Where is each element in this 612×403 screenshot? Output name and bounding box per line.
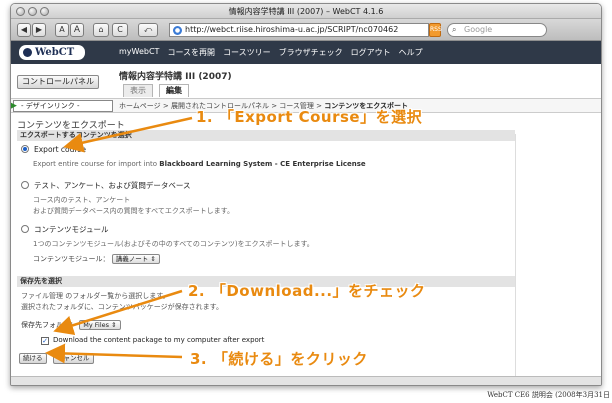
folder-select-label: 保存先フォルダ： xyxy=(21,321,77,329)
globe-icon: ● xyxy=(173,26,182,35)
nav-help[interactable]: ヘルプ xyxy=(399,47,423,58)
destination-desc-1: ファイル管理 のフォルダー覧から選択します。 xyxy=(21,292,170,300)
option-module-label: コンテンツモジュール xyxy=(34,225,109,234)
radio-tests[interactable] xyxy=(21,181,29,189)
option-export-course-desc-product: Blackboard Learning System - CE Enterpri… xyxy=(159,160,366,168)
snapback-icon: ⤺ xyxy=(143,25,153,34)
option-module-desc: 1つのコンテンツモジュール(およびその中のすべてのコンテンツ)をエクスポートしま… xyxy=(33,240,314,248)
horizontal-scrollbar[interactable] xyxy=(11,376,601,385)
annotation-step-3: 3. 「続ける」をクリック xyxy=(190,350,368,368)
cancel-button[interactable]: キャンセル xyxy=(53,353,94,364)
webct-nav: myWebCT コースを再開 コースツリー ブラウザチェック ログアウト ヘルプ xyxy=(119,47,423,58)
continue-button[interactable]: 続ける xyxy=(19,353,47,364)
course-title: 情報内容学特講 III (2007) xyxy=(119,72,232,82)
reload-button[interactable]: C xyxy=(112,23,128,37)
browser-toolbar: ◀ ▶ A A ⌂ C ⤺ ● http://webct.riise.hiros… xyxy=(11,19,601,41)
search-field[interactable]: ⌕ Google xyxy=(447,23,547,37)
search-placeholder: Google xyxy=(464,25,493,34)
nav-mywebct[interactable]: myWebCT xyxy=(119,47,159,58)
module-select[interactable]: 講義ノート ⇕ xyxy=(111,254,160,264)
webct-logo-mark-icon xyxy=(23,48,32,57)
snapback-button[interactable]: ⤺ xyxy=(138,23,158,37)
divider xyxy=(515,134,516,385)
tab-view[interactable]: 表示 xyxy=(123,84,153,97)
design-link-label: - デザインリンク - xyxy=(21,102,80,110)
option-module[interactable]: コンテンツモジュール xyxy=(21,224,108,235)
option-tests[interactable]: テスト、アンケート、および質問データベース xyxy=(21,180,191,191)
module-select-label: コンテンツモジュール： xyxy=(33,255,110,263)
search-icon: ⌕ xyxy=(452,25,457,34)
download-checkbox[interactable]: ✓ xyxy=(41,337,49,345)
tab-edit[interactable]: 編集 xyxy=(159,84,189,97)
option-export-course-desc: Export entire course for import into Bla… xyxy=(33,160,366,168)
option-export-course-label: Export course xyxy=(34,145,87,154)
nav-browser-check[interactable]: ブラウザチェック xyxy=(279,47,343,58)
forward-button[interactable]: ▶ xyxy=(32,23,46,37)
section-export-header: エクスポートするコンテンツを選択 xyxy=(17,130,515,141)
text-larger-button[interactable]: A xyxy=(70,23,84,37)
webct-logo-text: WebCT xyxy=(35,47,75,58)
address-bar[interactable]: ● http://webct.riise.hiroshima-u.ac.jp/S… xyxy=(169,23,429,37)
design-link-select[interactable]: ▶ - デザインリンク - xyxy=(10,100,113,112)
nav-resume-course[interactable]: コースを再開 xyxy=(167,47,215,58)
download-checkbox-label: Download the content package to my compu… xyxy=(53,336,265,344)
title-bar: 情報内容学特講 III (2007) – WebCT 4.1.6 xyxy=(11,4,601,19)
folder-select[interactable]: My Files ⇕ xyxy=(79,320,121,330)
nav-course-tree[interactable]: コースツリー xyxy=(223,47,271,58)
window-title: 情報内容学特講 III (2007) – WebCT 4.1.6 xyxy=(228,7,384,16)
module-select-row: コンテンツモジュール： 講義ノート ⇕ xyxy=(33,254,160,264)
destination-desc-2: 選択されたフォルダに、コンテンツパッケージが保存されます。 xyxy=(21,303,223,311)
download-checkbox-row[interactable]: ✓ Download the content package to my comp… xyxy=(41,336,264,345)
play-arrow-icon: ▶ xyxy=(10,101,17,111)
rss-icon[interactable]: RSS xyxy=(429,23,442,37)
option-tests-label: テスト、アンケート、および質問データベース xyxy=(34,181,191,190)
footer-caption: WebCT CE6 説明会 (2008年3月31日 xyxy=(487,391,610,399)
option-tests-desc-1: コース内のテスト、アンケート xyxy=(33,196,131,204)
back-button[interactable]: ◀ xyxy=(17,23,31,37)
browser-window: 情報内容学特講 III (2007) – WebCT 4.1.6 ◀ ▶ A A… xyxy=(10,3,602,386)
address-text: http://webct.riise.hiroshima-u.ac.jp/SCR… xyxy=(185,25,399,34)
webct-top-bar: WebCT myWebCT コースを再開 コースツリー ブラウザチェック ログア… xyxy=(11,41,601,64)
webct-logo: WebCT xyxy=(19,45,85,60)
annotation-step-1: 1. 「Export Course」を選択 xyxy=(196,108,423,126)
option-tests-desc-2: および質問データベース内の質問をすべてエクスポートします。 xyxy=(33,207,234,215)
control-panel-button[interactable]: コントロールパネル xyxy=(17,75,99,89)
option-export-course[interactable]: Export course xyxy=(21,145,86,154)
nav-logout[interactable]: ログアウト xyxy=(351,47,391,58)
radio-export-course[interactable] xyxy=(21,145,29,153)
text-smaller-button[interactable]: A xyxy=(55,23,69,37)
home-button[interactable]: ⌂ xyxy=(93,23,109,37)
radio-module[interactable] xyxy=(21,225,29,233)
course-header: コントロールパネル 情報内容学特講 III (2007) 表示 編集 xyxy=(11,64,601,99)
annotation-step-2: 2. 「Download...」をチェック xyxy=(188,282,426,300)
folder-select-row: 保存先フォルダ： My Files ⇕ xyxy=(21,320,121,330)
option-export-course-desc-text: Export entire course for import into xyxy=(33,160,160,168)
